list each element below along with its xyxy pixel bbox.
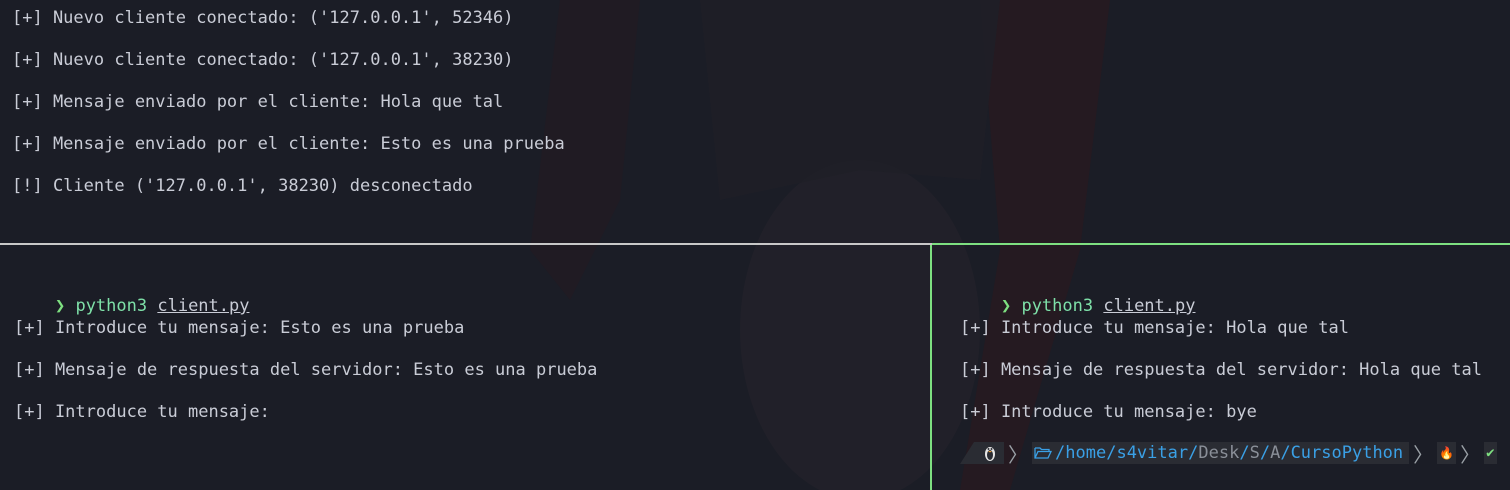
client-output-line: [+] Mensaje de respuesta del servidor: H…: [960, 360, 1482, 380]
powerline-prompt: 〉 / home / s4vitar / Desk / S / A / CursoPython 〉 🔥…: [960, 442, 1510, 467]
client-output-line: [+] Mensaje de respuesta del servidor: E…: [14, 360, 598, 380]
path-current-dir: CursoPython: [1290, 443, 1404, 463]
chevron-right-icon: 〉: [1413, 442, 1434, 467]
prompt-arrow-icon: ❯: [1000, 296, 1012, 316]
path-home: home: [1065, 443, 1107, 463]
server-log-line: [+] Mensaje enviado por el cliente: Hola…: [12, 92, 504, 112]
path-user: s4vitar: [1116, 443, 1189, 463]
command-argument-link[interactable]: client.py: [1103, 296, 1195, 316]
client-output-line: [+] Introduce tu mensaje: Hola que tal: [960, 318, 1349, 338]
client-output-line: [+] Introduce tu mensaje: Esto es una pr…: [14, 318, 465, 338]
client-terminal-pane-right[interactable]: ❯ python3 client.py [+] Introduce tu men…: [932, 245, 1510, 490]
exit-status-segment: ✔: [1484, 442, 1497, 464]
check-icon: ✔: [1486, 445, 1495, 461]
command-name: python3: [1021, 296, 1094, 316]
prompt-arrow-icon: ❯: [54, 296, 66, 316]
linux-tux-icon: [985, 447, 995, 461]
server-terminal-pane[interactable]: [+] Nuevo cliente conectado: ('127.0.0.1…: [0, 0, 1510, 243]
status-segment: 🔥: [1437, 442, 1457, 464]
server-log-line: [+] Nuevo cliente conectado: ('127.0.0.1…: [12, 50, 514, 70]
os-segment: [960, 442, 1004, 464]
server-log-line: [!] Cliente ('127.0.0.1', 38230) descone…: [12, 176, 473, 196]
path-a: A: [1270, 443, 1281, 463]
flame-icon: 🔥: [1439, 446, 1455, 460]
command-argument-link[interactable]: client.py: [157, 296, 249, 316]
folder-open-icon: [1034, 447, 1052, 459]
chevron-right-icon: 〉: [1008, 442, 1028, 467]
client-output-line: [+] Introduce tu mensaje: bye: [960, 402, 1257, 422]
path-segment: / home / s4vitar / Desk / S / A / CursoPython: [1032, 442, 1410, 464]
path-s: S: [1249, 443, 1260, 463]
command-name: python3: [75, 296, 148, 316]
path-desk: Desk: [1198, 443, 1240, 463]
chevron-right-icon: 〉: [1460, 442, 1481, 467]
server-log-line: [+] Mensaje enviado por el cliente: Esto…: [12, 134, 565, 154]
client-input-line: [+] Introduce tu mensaje:: [14, 402, 270, 422]
server-log-line: [+] Nuevo cliente conectado: ('127.0.0.1…: [12, 8, 514, 28]
client-terminal-pane-left[interactable]: ❯ python3 client.py [+] Introduce tu men…: [0, 245, 930, 490]
